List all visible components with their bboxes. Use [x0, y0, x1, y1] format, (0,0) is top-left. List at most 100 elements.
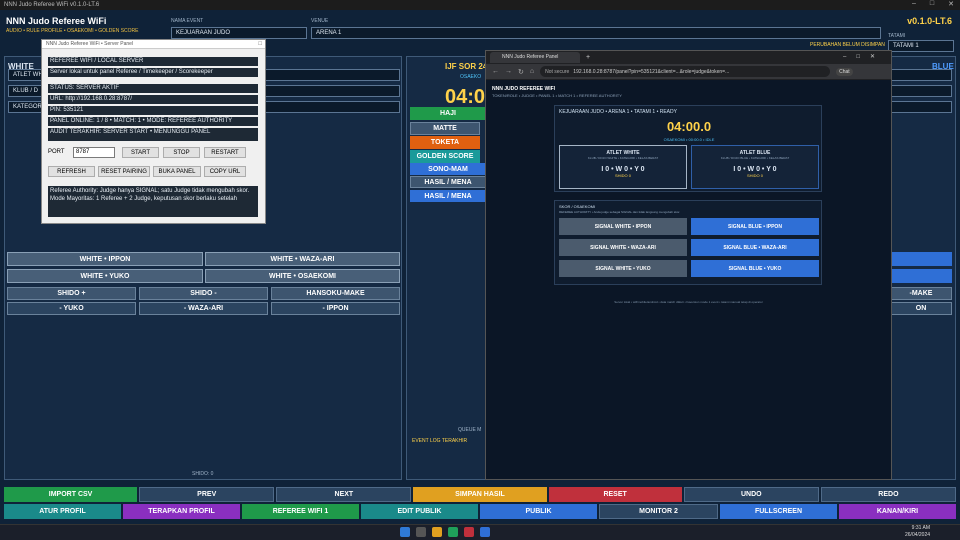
next-button[interactable]: NEXT [276, 487, 412, 502]
close-icon[interactable]: ✕ [948, 0, 954, 8]
url-text: 192.168.0.28:8787/panel?pin=535121&clien… [573, 68, 730, 75]
white-yuko-button[interactable]: WHITE • YUKO [7, 269, 203, 283]
white-ippon-button[interactable]: WHITE • IPPON [7, 252, 203, 266]
bottom-row-2: ATUR PROFIL TERAPKAN PROFIL REFEREE WIFI… [4, 504, 956, 519]
hansoku-make-button[interactable]: HANSOKU-MAKE [271, 287, 400, 300]
signal-blue-ippon-button[interactable]: SIGNAL BLUE • IPPON [691, 218, 819, 235]
forward-icon[interactable]: → [505, 68, 512, 75]
import-csv-button[interactable]: IMPORT CSV [4, 487, 138, 502]
toketa-button[interactable]: TOKETA [410, 136, 480, 149]
copy-url-button[interactable]: COPY URL [204, 166, 246, 177]
minus-ippon-button[interactable]: - IPPON [271, 302, 400, 315]
not-secure-label: Not secure [545, 68, 570, 75]
refresh-button[interactable]: REFRESH [48, 166, 95, 177]
window-title: NNN Judo Referee WiFi v0.1.0-LT.6 [4, 2, 100, 8]
minus-yuko-button[interactable]: - YUKO [7, 302, 136, 315]
blue-category-field[interactable] [890, 101, 952, 113]
signal-white-yuko-button[interactable]: SIGNAL WHITE • YUKO [559, 260, 687, 277]
app-icon[interactable] [464, 527, 474, 537]
sono-mama-button[interactable]: SONO-MAM [410, 163, 486, 175]
clock-date: 26/04/2024 [905, 532, 931, 538]
blue-ippon-button[interactable] [890, 252, 952, 266]
stop-button[interactable]: STOP [163, 147, 200, 158]
dialog-close-icon[interactable]: □ [258, 41, 262, 47]
reset-pairing-button[interactable]: RESET PAIRING [98, 166, 150, 177]
dialog-line-1: REFEREE WIFI / LOCAL SERVER [48, 57, 258, 66]
shido-plus-button[interactable]: SHIDO + [7, 287, 136, 300]
golden-score-button[interactable]: GOLDEN SCORE [410, 150, 480, 163]
event-name-field[interactable]: KEJUARAAN JUDO [171, 27, 307, 39]
edit-publik-button[interactable]: EDIT PUBLIK [361, 504, 478, 519]
new-tab-icon[interactable]: + [586, 54, 590, 61]
blue-card: ATLET BLUE KLUB / DOJO BLUE • KATEGORI •… [691, 145, 819, 189]
signal-white-ippon-button[interactable]: SIGNAL WHITE • IPPON [559, 218, 687, 235]
signal-blue-wazaari-button[interactable]: SIGNAL BLUE • WAZA-ARI [691, 239, 819, 256]
explorer-icon[interactable] [432, 527, 442, 537]
back-icon[interactable]: ← [492, 68, 499, 75]
unsaved-label: PERUBAHAN BELUM DISIMPAN [810, 42, 885, 48]
skor-note: REFEREE AUTHORITY • Anda judge sebagai S… [559, 210, 681, 214]
atur-profil-button[interactable]: ATUR PROFIL [4, 504, 121, 519]
blue-club-field[interactable] [890, 85, 952, 97]
maximize-icon[interactable]: □ [930, 0, 934, 8]
hasil-menang-2-button[interactable]: HASIL / MENA [410, 190, 486, 202]
panel-osae: OSAEKOMI • 00:00.0 • IDLE [663, 137, 715, 142]
terapkan-profil-button[interactable]: TERAPKAN PROFIL [123, 504, 240, 519]
blue-yuko-button[interactable] [890, 269, 952, 283]
matte-button[interactable]: MATTE [410, 122, 480, 135]
blue-minus-ippon-button[interactable]: ON [890, 302, 952, 315]
prev-button[interactable]: PREV [139, 487, 275, 502]
reset-button[interactable]: RESET [548, 487, 682, 502]
publik-button[interactable]: PUBLIK [480, 504, 597, 519]
window-titlebar: NNN Judo Referee WiFi v0.1.0-LT.6 – □ ✕ [0, 0, 960, 10]
fullscreen-button[interactable]: FULLSCREEN [720, 504, 837, 519]
port-label: PORT [48, 149, 65, 155]
search-icon[interactable] [416, 527, 426, 537]
address-bar[interactable]: Not secure 192.168.0.28:8787/panel?pin=53… [540, 66, 831, 77]
blue-athlete-field[interactable] [890, 69, 952, 81]
dialog-info: Referee Authority: Judge hanya SIGNAL; s… [48, 186, 258, 217]
shido-minus-button[interactable]: SHIDO - [139, 287, 268, 300]
port-input[interactable]: 8787 [73, 147, 115, 158]
blue-card-sub: KLUB / DOJO BLUE • KATEGORI • KELAS BERA… [720, 156, 790, 160]
white-osaekomi-button[interactable]: WHITE • OSAEKOMI [205, 269, 400, 283]
blue-hansoku-button[interactable]: -MAKE [890, 287, 952, 300]
signal-blue-yuko-button[interactable]: SIGNAL BLUE • YUKO [691, 260, 819, 277]
edge-icon[interactable] [480, 527, 490, 537]
browser-content: NNN JUDO REFEREE WIFI TOKEN/ROLE • JUDGE… [486, 80, 891, 479]
start-icon[interactable] [400, 527, 410, 537]
chrome-icon[interactable] [448, 527, 458, 537]
minus-wazaari-button[interactable]: - WAZA-ARI [139, 302, 268, 315]
buka-panel-button[interactable]: BUKA PANEL [153, 166, 201, 177]
browser-tab[interactable]: NNN Judo Referee Panel [490, 52, 580, 63]
hasil-menang-1-button[interactable]: HASIL / MENA [410, 176, 486, 188]
dialog-audit: AUDIT TERAKHIR: SERVER START • MENUNGGU … [48, 128, 258, 141]
white-card: ATLET WHITE KLUB / DOJO WHITE • KATEGORI… [559, 145, 687, 189]
monitor-2-button[interactable]: MONITOR 2 [599, 504, 718, 519]
simpan-hasil-button[interactable]: SIMPAN HASIL [413, 487, 547, 502]
redo-button[interactable]: REDO [820, 487, 956, 502]
reload-icon[interactable]: ↻ [518, 68, 524, 76]
center-title: IJF SOR 24 [445, 62, 488, 71]
browser-toolbar: ← → ↻ ⌂ Not secure 192.168.0.28:8787/panel?p… [486, 64, 891, 79]
match-card: KEJUARAAN JUDO • ARENA 1 • TATAMI 1 • RE… [554, 105, 822, 192]
dialog-line-2: Server lokal untuk panel Referee / Timek… [48, 68, 258, 77]
start-button[interactable]: START [122, 147, 159, 158]
minimize-icon[interactable]: – [912, 0, 916, 8]
browser-window-controls[interactable]: –□✕ [843, 53, 885, 60]
undo-button[interactable]: UNDO [683, 487, 819, 502]
dialog-titlebar: NNN Judo Referee WiFi • Server Panel [42, 40, 265, 49]
center-osae: OSAEKO [460, 74, 482, 80]
queue-label: QUEUE M [458, 427, 482, 433]
venue-field[interactable]: ARENA 1 [311, 27, 881, 39]
signal-white-wazaari-button[interactable]: SIGNAL WHITE • WAZA-ARI [559, 239, 687, 256]
chat-button[interactable]: Chat [836, 67, 853, 76]
hajime-button[interactable]: HAJI [410, 107, 486, 120]
referee-wifi-button[interactable]: REFEREE WIFI 1 [242, 504, 359, 519]
restart-button[interactable]: RESTART [204, 147, 246, 158]
kanan-kiri-button[interactable]: KANAN/KIRI [839, 504, 956, 519]
white-card-shido: SHIDO 0 [614, 173, 631, 178]
home-icon[interactable]: ⌂ [530, 68, 534, 75]
tatami-field[interactable]: TATAMI 1 [888, 40, 954, 52]
white-wazaari-button[interactable]: WHITE • WAZA-ARI [205, 252, 400, 266]
